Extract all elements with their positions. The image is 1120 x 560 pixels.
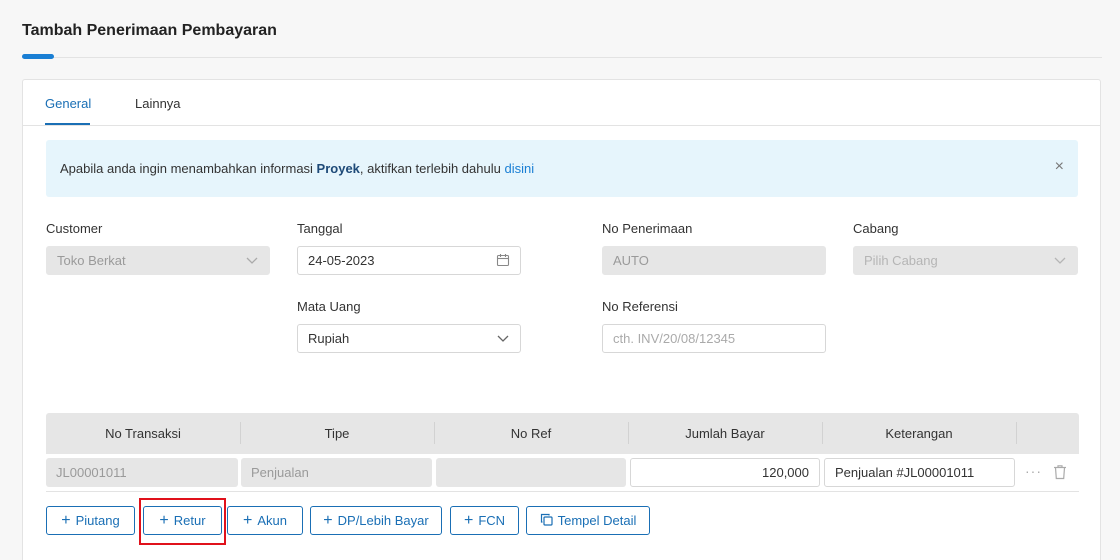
no-referensi-input[interactable]: cth. INV/20/08/12345: [602, 324, 826, 353]
keterangan-input[interactable]: Penjualan #JL00001011: [824, 458, 1015, 487]
plus-icon: +: [323, 511, 333, 529]
tab-lainnya[interactable]: Lainnya: [135, 96, 181, 111]
column-header: Tipe: [324, 426, 350, 441]
column-header: Keterangan: [885, 426, 953, 441]
more-options-icon[interactable]: ···: [1025, 463, 1042, 479]
no-referensi-placeholder: cth. INV/20/08/12345: [613, 331, 736, 346]
tanggal-label: Tanggal: [297, 221, 343, 236]
tab-general[interactable]: General: [45, 96, 91, 111]
page-title: Tambah Penerimaan Pembayaran: [22, 22, 277, 39]
mata-uang-value: Rupiah: [308, 331, 350, 346]
column-divider: [1016, 422, 1017, 444]
column-header: No Transaksi: [105, 426, 181, 441]
plus-icon: +: [463, 511, 474, 529]
no-penerimaan-value: AUTO: [613, 253, 649, 268]
form-card: General Lainnya Apabila anda ingin menam…: [22, 79, 1101, 560]
alert-link[interactable]: disini: [504, 161, 534, 176]
mata-uang-select[interactable]: Rupiah: [297, 324, 521, 353]
trash-icon[interactable]: [1053, 464, 1067, 483]
button-label: Retur: [173, 513, 206, 528]
button-label: Piutang: [75, 513, 120, 528]
jumlah-bayar-input[interactable]: 120,000: [630, 458, 820, 487]
info-alert: Apabila anda ingin menambahkan informasi…: [46, 140, 1078, 197]
column-header: No Ref: [510, 426, 552, 441]
close-icon[interactable]: ×: [1055, 158, 1064, 176]
cabang-label: Cabang: [853, 221, 899, 236]
no-ref-cell: [436, 458, 626, 487]
column-header: Jumlah Bayar: [685, 426, 765, 441]
copy-icon: [540, 513, 553, 529]
add-retur-button[interactable]: + Retur: [143, 506, 222, 535]
title-accent: [22, 54, 54, 59]
active-tab-indicator: [45, 123, 90, 125]
mata-uang-label: Mata Uang: [297, 299, 361, 314]
tanggal-value: 24-05-2023: [308, 253, 375, 268]
tab-bar: General Lainnya: [23, 80, 1100, 126]
no-transaksi-cell: JL00001011: [46, 458, 238, 487]
alert-message: Apabila anda ingin menambahkan informasi…: [60, 161, 534, 176]
tipe-cell: Penjualan: [241, 458, 432, 487]
alert-text-before: Apabila anda ingin menambahkan informasi: [60, 161, 317, 176]
calendar-icon[interactable]: [496, 253, 510, 270]
add-piutang-button[interactable]: + Piutang: [46, 506, 135, 535]
detail-table-header: No Transaksi Tipe No Ref Jumlah Bayar Ke…: [46, 413, 1079, 454]
cabang-select: Pilih Cabang: [853, 246, 1078, 275]
plus-icon: +: [159, 511, 169, 529]
plus-icon: +: [243, 511, 253, 529]
customer-select[interactable]: Toko Berkat: [46, 246, 270, 275]
button-label: Tempel Detail: [557, 513, 637, 528]
title-divider: [22, 57, 1102, 58]
plus-icon: +: [61, 511, 71, 529]
chevron-down-icon: [1053, 253, 1067, 270]
table-row: JL00001011 Penjualan 120,000 Penjualan #…: [46, 454, 1079, 492]
chevron-down-icon: [245, 253, 259, 270]
customer-label: Customer: [46, 221, 103, 236]
tanggal-date-input[interactable]: 24-05-2023: [297, 246, 521, 275]
button-label: DP/Lebih Bayar: [337, 513, 429, 528]
add-fcn-button[interactable]: + FCN: [450, 506, 519, 535]
button-label: FCN: [478, 513, 506, 528]
button-label: Akun: [257, 513, 287, 528]
alert-text-after: , aktifkan terlebih dahulu: [359, 161, 505, 176]
no-referensi-label: No Referensi: [602, 299, 678, 314]
tempel-detail-button[interactable]: Tempel Detail: [526, 506, 650, 535]
no-penerimaan-input: AUTO: [602, 246, 826, 275]
alert-text-bold: Proyek: [316, 161, 360, 176]
chevron-down-icon: [496, 331, 510, 348]
add-dp-lebih-bayar-button[interactable]: + DP/Lebih Bayar: [310, 506, 442, 535]
no-penerimaan-label: No Penerimaan: [602, 221, 693, 236]
cabang-placeholder: Pilih Cabang: [864, 253, 938, 268]
customer-value: Toko Berkat: [57, 253, 126, 268]
add-akun-button[interactable]: + Akun: [227, 506, 303, 535]
